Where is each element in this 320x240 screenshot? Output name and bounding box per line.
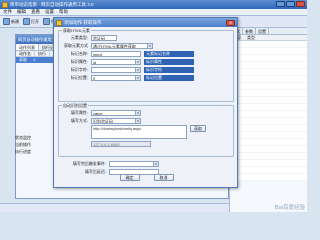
chevron-down-icon: ▾ (135, 76, 140, 80)
ip-field: 127.0.0.1:8080 (91, 141, 151, 147)
index-value: 0 (93, 76, 96, 81)
right-panel-grid[interactable] (230, 41, 307, 181)
column-header-run[interactable]: 执行 (35, 51, 50, 56)
attr1-row: 标识属性: id ▾ 标识属性 (62, 58, 230, 66)
add-action-dialog: 添加动作-获取操作 ✕ 获取HTML元素 元素类型: 验证码 获取元素方式 通过… (53, 17, 238, 188)
find-mode-select[interactable]: 通过HTML元素属性获取 ▾ (91, 43, 153, 49)
fill-attr-row: 填写属性: value ▾ (62, 109, 230, 117)
attr2-select[interactable]: ▾ (91, 67, 141, 73)
close-button[interactable] (296, 1, 305, 7)
element-type-field[interactable]: 验证码 (91, 35, 117, 41)
element-type-row: 元素类型: 验证码 (62, 34, 230, 42)
tag-row: 标记名称: input 元素标记名称 (62, 50, 230, 58)
fill-attr-select[interactable]: value ▾ (91, 110, 141, 116)
toolbar-open-label: 打开 (31, 18, 39, 24)
tag-input[interactable]: input (91, 51, 141, 57)
chevron-down-icon: ▾ (135, 68, 140, 72)
tab-actions[interactable]: 动作列表 (16, 44, 39, 50)
tab-params[interactable]: 参数 (243, 28, 256, 34)
attr1-select[interactable]: id ▾ (91, 59, 141, 65)
row-name: 获取 (19, 57, 27, 62)
element-section-legend: 获取HTML元素 (62, 28, 91, 34)
index-select[interactable]: 0 ▾ (91, 75, 141, 81)
tab-config[interactable]: 设置 (256, 28, 269, 34)
chevron-down-icon: ▾ (135, 111, 140, 115)
column-header-type[interactable]: 类型 (244, 35, 258, 40)
url-textarea[interactable]: http://dummyhost/verify.aspx (91, 125, 187, 139)
toolbar-open-button[interactable]: 打开 (23, 18, 39, 25)
ip-row: 127.0.0.1:8080 (91, 140, 230, 148)
dialog-footer: 确定 取消 (54, 174, 239, 181)
chevron-down-icon: ▾ (147, 44, 152, 48)
toolbar-new-button[interactable]: 新建 (3, 18, 19, 25)
app-root: 简单动态指南 - 网页自动操作通用工具 3.0 文件 编辑 查看 设置 帮助 新… (0, 0, 307, 212)
minimize-button[interactable] (276, 1, 285, 7)
row-value: 1 (33, 57, 36, 62)
menubar: 文件 编辑 查看 设置 帮助 (0, 9, 307, 16)
attr1-value: id (93, 60, 97, 65)
fill-type-label: 填写方式: (70, 118, 88, 123)
app-icon (2, 1, 8, 8)
toolbar-new-label: 新建 (11, 18, 19, 24)
fill-event-label: 填写完后触发事件: (72, 161, 106, 166)
attr1-note: 标识属性 (144, 59, 194, 65)
right-panel-tabs: 调试 参数 设置 (230, 28, 307, 35)
menu-view[interactable]: 查看 (31, 9, 40, 15)
statusbar (0, 203, 229, 212)
find-mode-label: 获取元素方式 (64, 43, 88, 48)
menu-file[interactable]: 文件 (3, 9, 12, 15)
dialog-icon (56, 19, 62, 26)
attr2-note: 标识字符 (144, 67, 194, 73)
index-label: 标记位置: (70, 75, 88, 80)
fill-attr-label: 填写属性: (70, 110, 88, 115)
fill-type-value: 识别验证码 (93, 119, 113, 124)
dialog-title: 添加动作-获取操作 (64, 19, 102, 25)
attr2-row: 标识字符: ▾ 标识字符 (62, 66, 230, 74)
fill-type-select[interactable]: 识别验证码 ▾ (91, 118, 141, 124)
maximize-button[interactable] (286, 1, 295, 7)
menu-settings[interactable]: 设置 (45, 9, 54, 15)
tag-note: 元素标记名称 (144, 51, 194, 57)
right-panel: 调试 参数 设置 内容 类型 (229, 28, 307, 212)
fill-event-row: 填写完后触发事件: ▾ (58, 160, 234, 168)
fill-type-row: 填写方式: 识别验证码 ▾ (62, 117, 230, 125)
index-row: 标记位置: 0 ▾ 标记位置 (62, 74, 230, 82)
element-type-label: 元素类型: (70, 35, 88, 40)
find-mode-value: 通过HTML元素属性获取 (93, 44, 136, 49)
main-titlebar: 简单动态指南 - 网页自动操作通用工具 3.0 (0, 0, 307, 9)
attr1-label: 标识属性: (70, 59, 88, 64)
chevron-down-icon: ▾ (135, 119, 140, 123)
chevron-down-icon: ▾ (153, 162, 158, 166)
dialog-titlebar: 添加动作-获取操作 (54, 18, 237, 27)
fill-event-select[interactable]: ▾ (109, 161, 159, 167)
dialog-close-button[interactable]: ✕ (226, 19, 235, 26)
main-window-title: 简单动态指南 - 网页自动操作通用工具 3.0 (10, 1, 94, 7)
url-row: http://dummyhost/verify.aspx 获取 (91, 125, 230, 140)
menu-help[interactable]: 帮助 (59, 9, 68, 15)
ok-button[interactable]: 确定 (119, 174, 140, 181)
fill-attr-value: value (93, 111, 103, 116)
menu-edit[interactable]: 编辑 (17, 9, 26, 15)
element-section: 获取HTML元素 元素类型: 验证码 获取元素方式 通过HTML元素属性获取 ▾ … (58, 28, 234, 102)
tag-label: 标记名称: (70, 51, 88, 56)
open-icon (23, 18, 30, 25)
cancel-button[interactable]: 取消 (153, 174, 174, 181)
watermark: Bai百度经验 (275, 205, 305, 211)
auto-section-legend: 自动识别设置 (62, 103, 88, 109)
save-icon (43, 18, 50, 25)
fetch-button[interactable]: 获取 (190, 125, 206, 132)
index-note: 标记位置 (144, 75, 194, 81)
auto-section: 自动识别设置 填写属性: value ▾ 填写方式: 识别验证码 ▾ http://… (58, 103, 234, 157)
chevron-down-icon: ▾ (135, 60, 140, 64)
find-mode-row: 获取元素方式 通过HTML元素属性获取 ▾ (62, 42, 230, 50)
new-icon (3, 18, 10, 25)
column-header-name[interactable]: 动作名 (16, 51, 35, 56)
attr2-label: 标识字符: (70, 67, 88, 72)
